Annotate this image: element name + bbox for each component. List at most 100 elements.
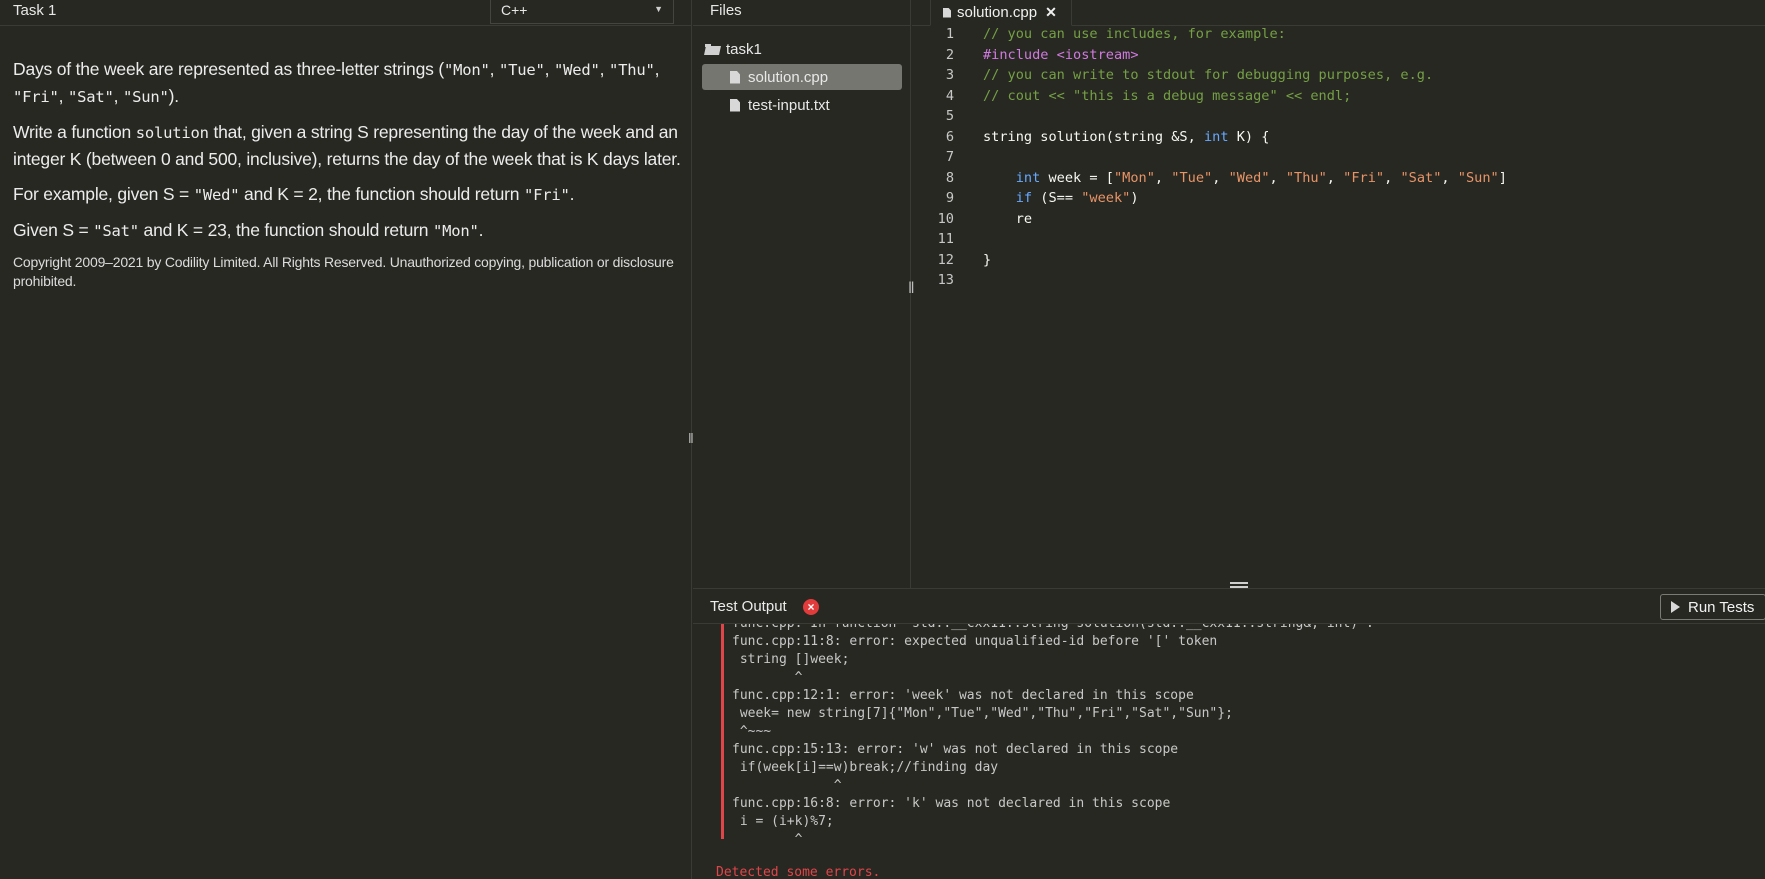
run-tests-label: Run Tests <box>1688 598 1755 616</box>
files-panel: Files task1 solution.cpp test-input.txt <box>693 0 911 588</box>
code-text: "Sun" <box>123 88 169 106</box>
text: Days of the week are represented as thre… <box>13 59 444 79</box>
log-line: func.cpp: In function 'std::__cxx11::str… <box>724 624 1761 633</box>
run-tests-button[interactable]: Run Tests <box>1660 594 1765 620</box>
line-number: 6 <box>945 128 954 145</box>
example-paragraph: Given S = "Sat" and K = 23, the function… <box>13 217 683 244</box>
code-string: "Tue" <box>1171 169 1213 186</box>
code-text: // cout << "this is a debug message" << … <box>983 87 1352 104</box>
editor-tabs: solution.cpp ✕ <box>912 0 1765 26</box>
file-icon <box>730 98 740 112</box>
line-number: 8 <box>945 169 954 186</box>
code-token: K) { <box>1228 128 1270 145</box>
description-paragraph: Days of the week are represented as thre… <box>13 59 660 106</box>
line-number: 5 <box>945 108 954 124</box>
code-line: 10 re <box>912 209 1765 230</box>
line-number: 10 <box>937 210 954 227</box>
test-output-title: Test Output <box>710 598 787 615</box>
code-text: } <box>983 251 992 268</box>
code-string: "Fri" <box>1343 169 1385 186</box>
close-icon[interactable]: ✕ <box>1045 4 1057 21</box>
log-line: if(week[i]==w)break;//finding day <box>732 760 999 775</box>
log-line: func.cpp:11:8: error: expected unqualifi… <box>732 634 1218 649</box>
code-line: 7 <box>912 147 1765 168</box>
code-token: , <box>1154 169 1172 186</box>
test-output-panel: Test Output × Run Tests func.cpp: In fun… <box>693 588 1765 879</box>
log-line: ^ <box>724 831 1761 839</box>
language-select-value: C++ <box>501 2 528 18</box>
files-title: Files <box>710 2 742 19</box>
line-number: 3 <box>945 67 954 83</box>
log-line: week= new string[7]{"Mon","Tue","Wed","T… <box>732 706 1233 721</box>
line-number: 13 <box>937 272 954 288</box>
code-token: ) <box>1130 190 1139 206</box>
code-line: 6 string solution(string &S, int K) { <box>912 127 1765 148</box>
log-line: ^~~~ <box>732 724 772 739</box>
code-editor[interactable]: solution.cpp ✕ 1 // you can use includes,… <box>912 0 1765 588</box>
code-line: 8 int week = ["Mon", "Tue", "Wed", "Thu"… <box>912 168 1765 189</box>
line-number: 2 <box>945 46 954 63</box>
code-token: string solution(string &S, <box>983 128 1204 145</box>
line-number: 1 <box>945 26 954 42</box>
code-token: (S== <box>1032 190 1082 206</box>
log-line: ^ <box>732 778 842 793</box>
code-text: int week = ["Mon", "Tue", "Wed", "Thu", … <box>983 168 1507 189</box>
task-panel: Task 1 C++ ▼ Days of the week are repres… <box>0 0 692 879</box>
text: and K = 23, the function should return <box>138 220 433 240</box>
code-text: re <box>983 209 1032 230</box>
code-line: 11 <box>912 229 1765 250</box>
code-line: 9 if (S== "week") <box>912 188 1765 209</box>
code-line: 12} <box>912 250 1765 271</box>
folder-task1[interactable]: task1 <box>705 36 905 62</box>
code-text: "Mon" <box>432 222 479 240</box>
test-output-header: Test Output × Run Tests <box>693 589 1765 624</box>
code-token: , <box>1326 169 1344 186</box>
log-line: func.cpp:12:1: error: 'week' was not dec… <box>732 688 1194 703</box>
code-keyword: if <box>1015 190 1033 206</box>
file-solution-cpp[interactable]: solution.cpp <box>702 64 902 90</box>
code-token: , <box>1384 169 1401 186</box>
code-string: "Sun" <box>1457 169 1499 186</box>
line-number: 11 <box>937 231 954 247</box>
code-text: if (S== "week") <box>983 188 1139 209</box>
text: Given S = <box>13 220 94 240</box>
file-icon <box>943 7 951 18</box>
log-line: func.cpp:16:8: error: 'k' was not declar… <box>732 796 1171 811</box>
line-number: 7 <box>945 149 954 165</box>
text: For example, given S = <box>13 184 194 204</box>
folder-label: task1 <box>726 40 762 58</box>
code-line: 3 // you can write to stdout for debuggin… <box>912 65 1765 86</box>
code-text: "Wed" <box>553 61 600 79</box>
line-number: 4 <box>945 87 954 104</box>
code-token: week = [ <box>1040 169 1114 186</box>
code-string: "Thu" <box>1285 169 1327 186</box>
task-title: Task 1 <box>13 2 57 19</box>
code-keyword: int <box>1015 169 1041 186</box>
code-text: solution <box>135 124 209 142</box>
description-paragraph: Write a function solution that, given a … <box>13 119 683 172</box>
code-line: 2 #include <iostream> <box>912 45 1765 66</box>
code-text: "Wed" <box>193 186 240 204</box>
code-text: "Thu" <box>608 61 655 79</box>
code-string: "Mon" <box>1113 169 1155 186</box>
text: Write a function <box>13 122 136 142</box>
code-text: // you can write to stdout for debugging… <box>983 67 1434 83</box>
code-text: "Fri" <box>13 88 59 106</box>
code-area[interactable]: 1 // you can use includes, for example: 2… <box>912 26 1765 291</box>
code-line: 4 // cout << "this is a debug message" <<… <box>912 86 1765 107</box>
text: . <box>569 184 575 204</box>
tab-solution-cpp[interactable]: solution.cpp ✕ <box>930 0 1072 26</box>
log-line: func.cpp:15:13: error: 'w' was not decla… <box>732 742 1179 757</box>
text: . <box>478 220 484 240</box>
folder-icon <box>705 43 720 55</box>
code-text: "Tue" <box>498 61 545 79</box>
error-icon: × <box>803 599 819 615</box>
file-label: solution.cpp <box>748 68 829 86</box>
language-select[interactable]: C++ ▼ <box>490 0 674 24</box>
chevron-down-icon: ▼ <box>654 4 663 14</box>
compiler-output: func.cpp: In function 'std::__cxx11::str… <box>721 624 1761 839</box>
code-line: 5 <box>912 106 1765 127</box>
copyright-notice: Copyright 2009–2021 by Codility Limited.… <box>13 254 674 289</box>
code-token: re <box>1015 210 1033 227</box>
file-test-input-txt[interactable]: test-input.txt <box>702 92 902 118</box>
